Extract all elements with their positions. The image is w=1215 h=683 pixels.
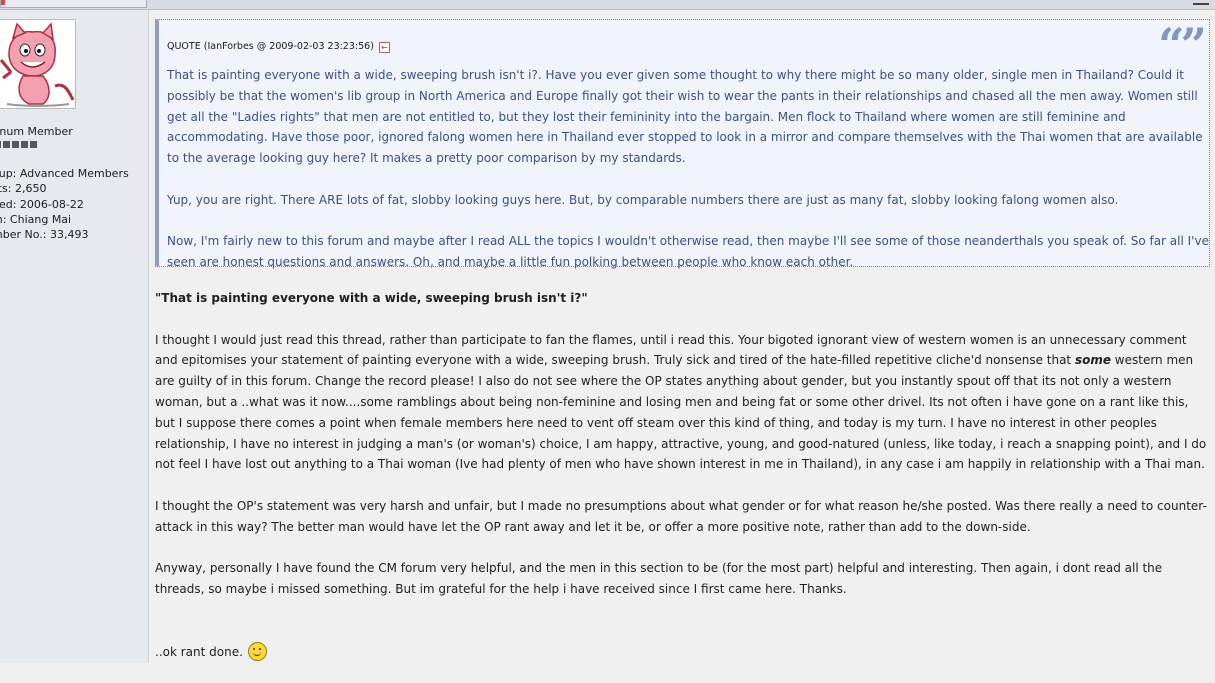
user-member-no: mber No.: 33,493: [0, 228, 89, 241]
rank-pip: [30, 141, 37, 148]
quote-paragraph: Yup, you are right. There ARE lots of fa…: [167, 192, 1119, 207]
post-text: western men are guilty of in this forum.…: [155, 353, 1207, 472]
quote-marks-icon: “”: [1158, 18, 1207, 72]
closing-text: ..ok rant done.: [155, 644, 243, 659]
rank-pip: [21, 141, 28, 148]
quote-box: QUOTE (IanForbes @ 2009-02-03 23:23:56) …: [155, 18, 1210, 269]
smiley-icon: [247, 641, 267, 661]
user-from: m: Chiang Mai: [0, 213, 72, 226]
cartoon-cat-avatar: [0, 19, 76, 109]
quote-paragraph: That is painting everyone with a wide, s…: [167, 68, 1203, 166]
quote-header-text: QUOTE (IanForbes @ 2009-02-03 23:23:56): [167, 41, 374, 52]
rank-pip: [3, 141, 10, 148]
emphasis-text: some: [1074, 353, 1111, 368]
user-info-panel: tinum Member oup: Advanced Members sts: …: [0, 10, 149, 663]
rank-pips: [0, 141, 39, 149]
browser-top-strip: [0, 0, 1215, 10]
menu-corner-icon[interactable]: [1193, 0, 1209, 5]
quote-body: That is painting everyone with a wide, s…: [167, 65, 1209, 273]
view-post-icon[interactable]: ←: [378, 42, 390, 53]
rank-pip: [12, 141, 19, 148]
top-tab[interactable]: [0, 0, 147, 8]
user-rank: tinum Member: [0, 125, 73, 138]
post-content: QUOTE (IanForbes @ 2009-02-03 23:23:56) …: [150, 10, 1215, 663]
post-paragraph: I thought I would just read this thread,…: [155, 330, 1210, 476]
post-headline: "That is painting everyone with a wide, …: [155, 291, 588, 305]
user-group: oup: Advanced Members: [0, 167, 129, 180]
user-posts: sts: 2,650: [0, 182, 47, 195]
user-joined: ned: 2006-08-22: [0, 198, 84, 211]
tab-icon: [1, 0, 5, 5]
rank-pip: [0, 141, 1, 148]
quote-header: QUOTE (IanForbes @ 2009-02-03 23:23:56) …: [167, 41, 390, 53]
post-paragraph: I thought the OP's statement was very ha…: [155, 498, 1207, 534]
post-body: "That is painting everyone with a wide, …: [155, 288, 1210, 683]
post-paragraph: Anyway, personally I have found the CM f…: [155, 561, 1163, 597]
quote-paragraph: Now, I'm fairly new to this forum and ma…: [167, 234, 1209, 270]
post-text: I thought I would just read this thread,…: [155, 332, 1187, 368]
post-closing: ..ok rant done.: [155, 641, 1210, 663]
